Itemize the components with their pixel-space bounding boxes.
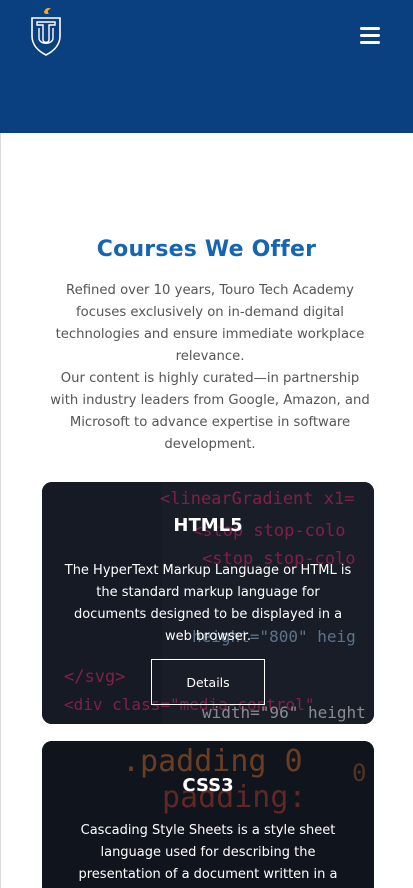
site-header: [0, 0, 413, 133]
card-description: Cascading Style Sheets is a style sheet …: [78, 823, 338, 882]
card-title: CSS3: [182, 775, 234, 796]
card-title: HTML5: [173, 515, 243, 536]
intro-paragraph: Our content is highly curated—in partner…: [50, 371, 370, 452]
courses-heading: Courses We Offer: [96, 237, 317, 262]
details-button[interactable]: Details: [151, 659, 265, 705]
courses-intro: Refined over 10 years, Touro Tech Academ…: [50, 280, 370, 456]
course-card-css3: .padding 0 padding: 0 CSS3 Cascading Sty…: [42, 741, 374, 888]
touro-logo-icon[interactable]: [30, 6, 62, 56]
card-description: The HyperText Markup Language or HTML is…: [64, 563, 352, 644]
course-card-html5: <linearGradient x1= <stop stop-colo <sto…: [42, 482, 374, 724]
intro-paragraph: Refined over 10 years, Touro Tech Academ…: [55, 283, 365, 364]
hamburger-menu-icon[interactable]: [356, 24, 384, 46]
